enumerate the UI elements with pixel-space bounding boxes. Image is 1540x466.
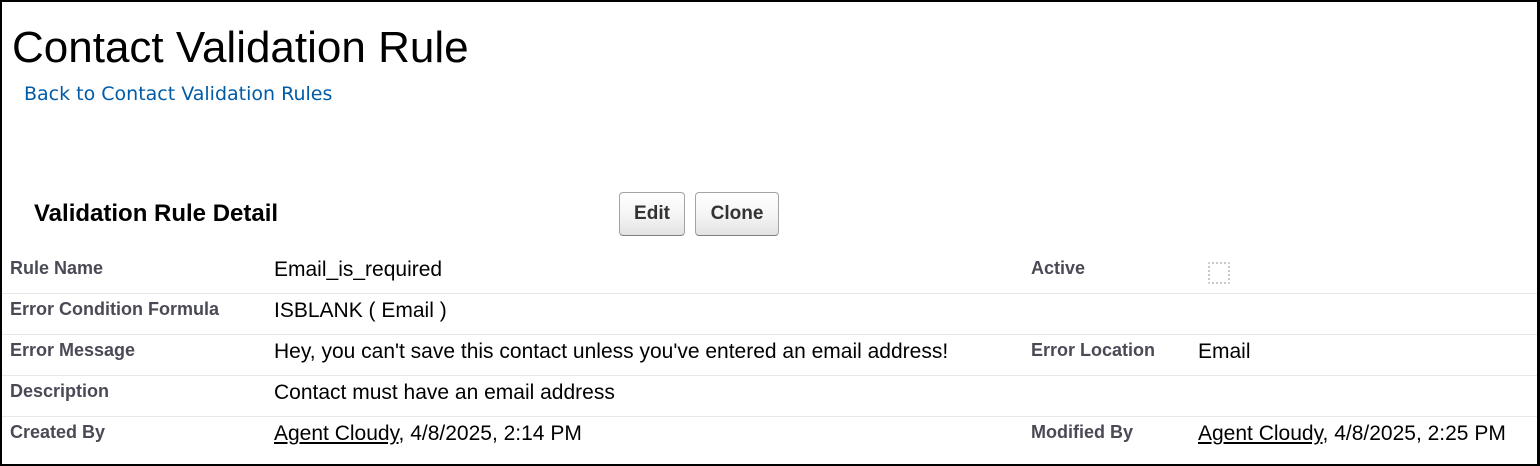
created-by-label: Created By — [10, 422, 106, 442]
back-to-validation-rules-link[interactable]: Back to Contact Validation Rules — [24, 82, 332, 106]
clone-button[interactable]: Clone — [695, 192, 779, 236]
modified-by-date: , 4/8/2025, 2:25 PM — [1322, 422, 1506, 445]
created-by-date: , 4/8/2025, 2:14 PM — [398, 422, 582, 445]
active-label: Active — [1031, 258, 1086, 278]
error-location-value: Email — [1198, 340, 1251, 363]
active-checkbox — [1208, 262, 1230, 284]
page-title: Contact Validation Rule — [12, 23, 469, 72]
rule-name-label: Rule Name — [10, 258, 104, 278]
edit-button[interactable]: Edit — [619, 192, 685, 236]
created-by-value: Agent Cloudy, 4/8/2025, 2:14 PM — [274, 422, 582, 446]
section-title: Validation Rule Detail — [34, 200, 279, 227]
detail-row-rule-name: Rule Name Email_is_required Active — [2, 252, 1537, 294]
detail-row-error-message: Error Message Hey, you can't save this c… — [2, 335, 1537, 376]
error-message-label: Error Message — [10, 340, 136, 360]
detail-row-description: Description Contact must have an email a… — [2, 376, 1537, 417]
description-label: Description — [10, 381, 110, 401]
error-condition-formula-label: Error Condition Formula — [10, 299, 219, 319]
detail-row-created-modified: Created By Agent Cloudy, 4/8/2025, 2:14 … — [2, 417, 1537, 458]
modified-by-user-link[interactable]: Agent Cloudy — [1198, 422, 1323, 445]
error-condition-formula-value: ISBLANK ( Email ) — [274, 299, 447, 322]
page-frame: Contact Validation Rule Back to Contact … — [0, 0, 1540, 466]
detail-row-error-condition-formula: Error Condition Formula ISBLANK ( Email … — [2, 294, 1537, 335]
rule-name-value: Email_is_required — [274, 258, 443, 281]
created-by-user-link[interactable]: Agent Cloudy — [274, 422, 399, 445]
modified-by-value: Agent Cloudy, 4/8/2025, 2:25 PM — [1198, 422, 1506, 446]
detail-table: Rule Name Email_is_required Active Error… — [2, 252, 1537, 458]
modified-by-label: Modified By — [1031, 422, 1133, 442]
error-location-label: Error Location — [1031, 340, 1156, 360]
error-message-value: Hey, you can't save this contact unless … — [274, 340, 949, 363]
description-value: Contact must have an email address — [274, 381, 615, 404]
